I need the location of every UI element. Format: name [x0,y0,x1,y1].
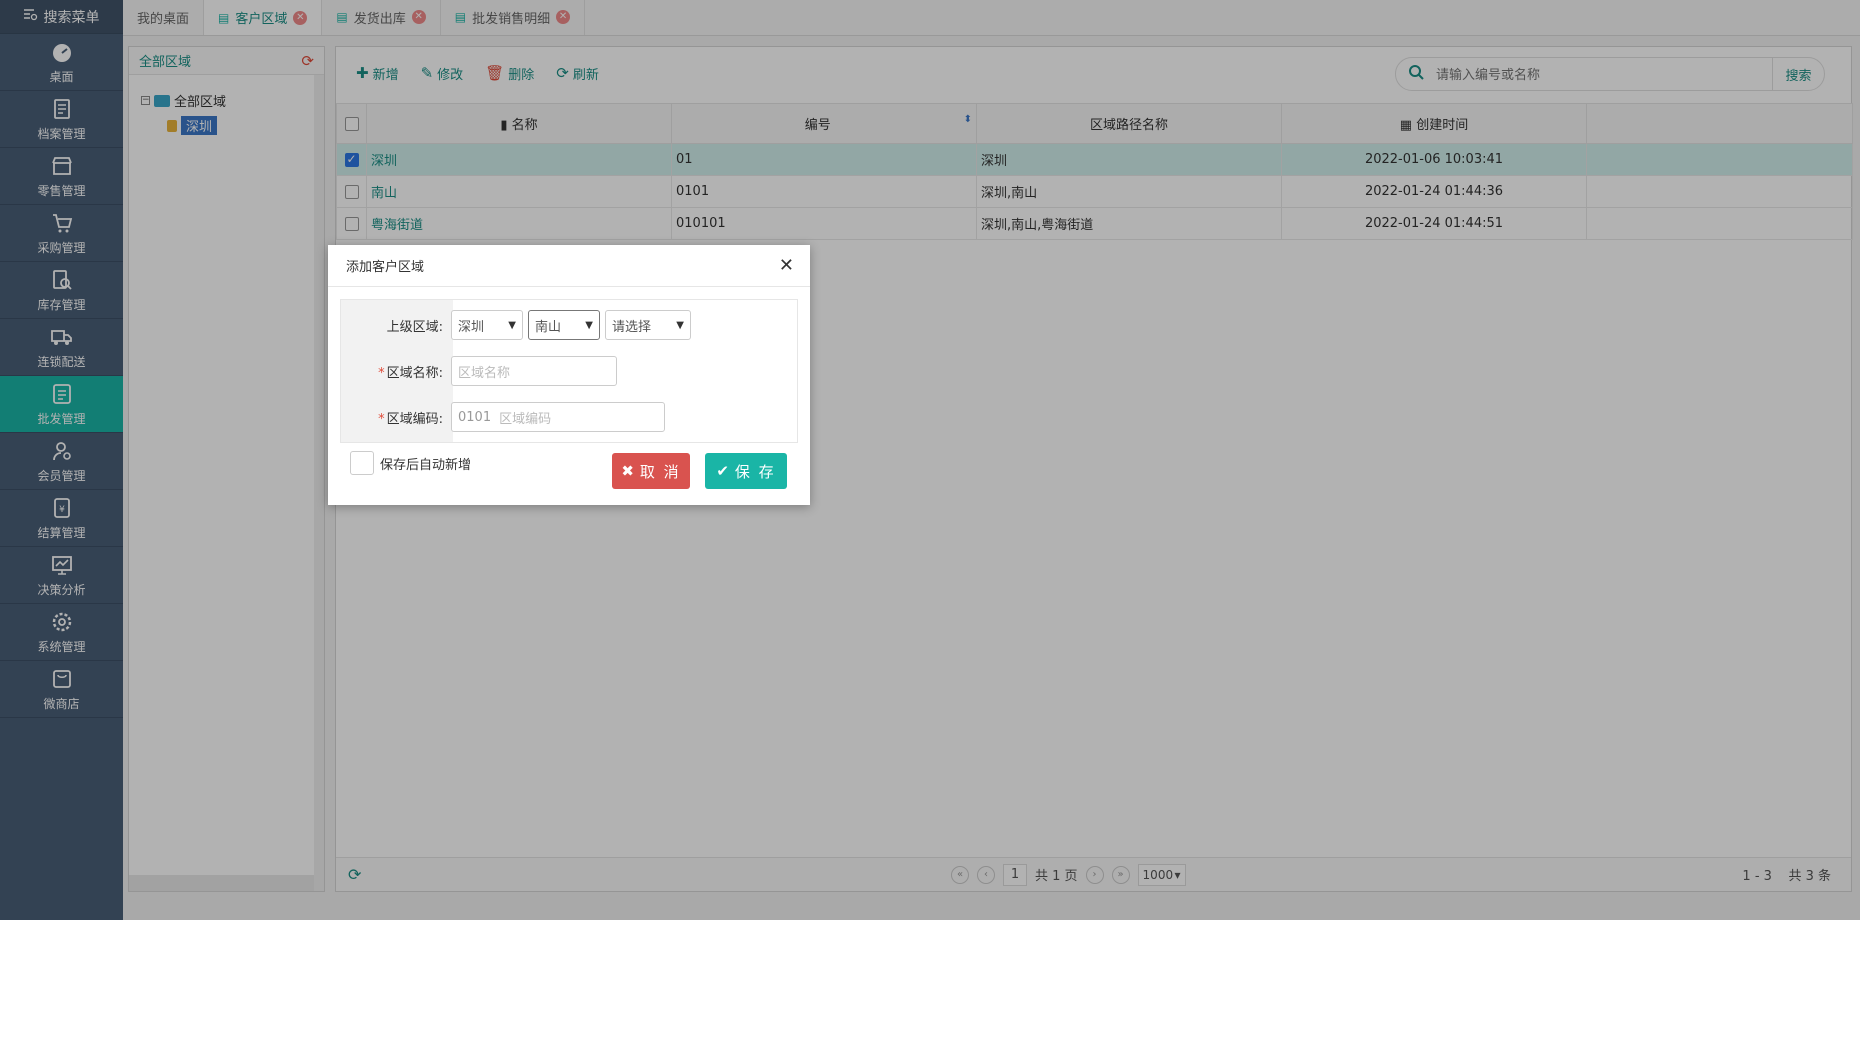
region-name-input[interactable]: 区域名称 [451,356,617,386]
parent-region-select-2[interactable]: 南山 ▼ [528,310,600,340]
region-code-prefix: 0101 [458,409,492,425]
region-form: 上级区域: 深圳 ▼ 南山 ▼ 请选择 ▼ * 区域名称: 区域名称 * 区域编码: [340,299,798,443]
region-code-label: * 区域编码: [378,411,443,427]
modal-overlay[interactable] [0,0,1860,920]
chevron-down-icon: ▼ [508,319,516,331]
parent-region-label: 上级区域: [386,319,443,335]
auto-add-checkbox[interactable] [350,451,374,475]
close-x-icon: ✖ [621,462,636,480]
region-name-row: * 区域名称: 区域名称 [341,356,617,386]
chevron-down-icon: ▼ [676,319,684,331]
auto-add-toggle[interactable]: 保存后自动新增 [350,451,471,475]
close-icon[interactable]: ✕ [779,255,794,276]
dialog-title: 添加客户区域 [346,260,425,275]
parent-region-row: 上级区域: 深圳 ▼ 南山 ▼ 请选择 ▼ [341,310,696,340]
parent-region-select-1[interactable]: 深圳 ▼ [451,310,523,340]
chevron-down-icon: ▼ [585,319,593,331]
cancel-button[interactable]: ✖ 取 消 [612,453,690,489]
region-name-label: * 区域名称: [378,365,443,381]
add-region-dialog: 添加客户区域 ✕ 上级区域: 深圳 ▼ 南山 ▼ 请选择 ▼ * 区域名称: 区… [328,245,810,505]
parent-region-select-3[interactable]: 请选择 ▼ [605,310,691,340]
save-button[interactable]: ✔ 保 存 [705,453,787,489]
check-icon: ✔ [716,462,731,480]
app-window: 搜索菜单 桌面 档案管理 零售管理 采购管理 库存管理 连锁配送 批发管理 会员… [0,0,1860,920]
auto-add-label: 保存后自动新增 [380,457,472,473]
dialog-header: 添加客户区域 ✕ [328,245,810,287]
region-code-input[interactable]: 0101 区域编码 [451,402,665,432]
region-code-row: * 区域编码: 0101 区域编码 [341,402,665,432]
